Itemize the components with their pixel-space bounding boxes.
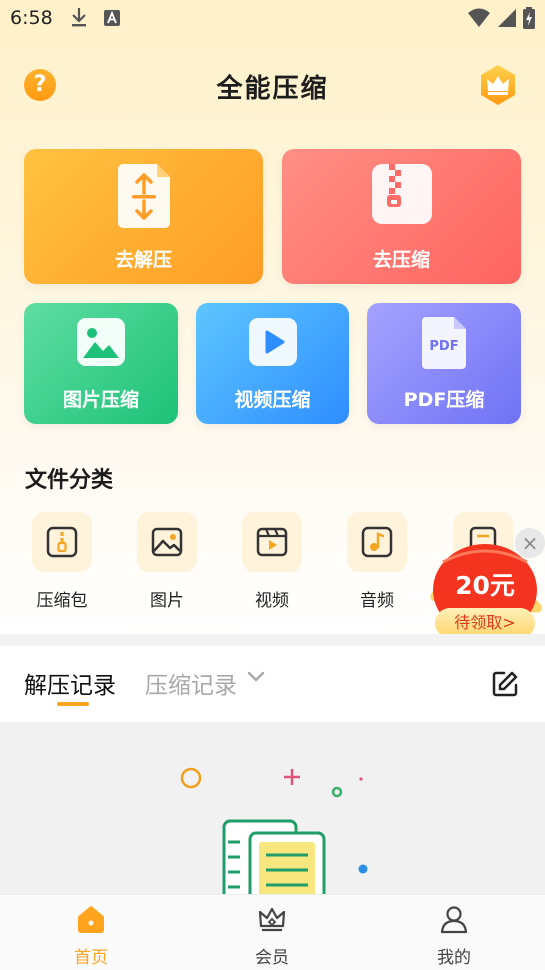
video-compress-card[interactable]: 视频压缩 <box>196 303 349 424</box>
battery-icon <box>523 7 535 29</box>
page-title: 全能压缩 <box>216 74 329 104</box>
status-time: 6:58 <box>10 7 53 29</box>
archive-icon <box>46 526 78 558</box>
category-audio-label: 音频 <box>360 591 394 611</box>
category-archive[interactable]: 压缩包 <box>32 512 92 611</box>
video-compress-label: 视频压缩 <box>234 389 311 411</box>
signal-icon <box>498 9 516 27</box>
active-tab-indicator <box>57 702 89 706</box>
picture-icon <box>77 318 125 366</box>
image-compress-card[interactable]: 图片压缩 <box>24 303 178 424</box>
tab-compress-records[interactable]: 压缩记录 <box>145 666 237 700</box>
download-icon <box>72 8 86 27</box>
home-icon <box>78 906 104 933</box>
records-tabs: 解压记录 压缩记录 <box>0 646 545 722</box>
nav-home-label: 首页 <box>74 948 108 968</box>
close-icon: × <box>521 531 539 555</box>
pdf-file-icon: PDF <box>422 317 466 369</box>
status-bar: 6:58 <box>0 0 545 36</box>
empty-state-illustration <box>180 767 368 894</box>
decompress-card[interactable]: 去解压 <box>24 149 263 284</box>
user-icon <box>440 906 468 934</box>
decompress-label: 去解压 <box>114 249 172 271</box>
category-archive-label: 压缩包 <box>36 591 88 611</box>
tab-decompress-records[interactable]: 解压记录 <box>24 666 116 700</box>
pdf-icon-text: PDF <box>429 339 458 354</box>
nav-member[interactable]: 会员 <box>227 903 317 968</box>
image-compress-label: 图片压缩 <box>62 389 139 411</box>
file-decompress-icon <box>117 164 170 228</box>
category-video-label: 视频 <box>255 591 289 611</box>
vip-crown-button[interactable] <box>477 64 519 106</box>
category-image[interactable]: 图片 <box>137 512 197 611</box>
zip-archive-icon <box>371 164 432 224</box>
edit-icon[interactable] <box>491 670 519 698</box>
compress-card[interactable]: 去压缩 <box>282 149 521 284</box>
empty-records-area <box>0 722 545 894</box>
category-video[interactable]: 视频 <box>242 512 302 611</box>
nav-home[interactable]: 首页 <box>46 903 136 968</box>
nav-member-label: 会员 <box>255 948 289 968</box>
compress-label: 去压缩 <box>372 249 430 271</box>
section-divider <box>0 634 545 646</box>
image-icon <box>151 527 183 557</box>
close-promo-button[interactable]: × <box>515 528 545 558</box>
chevron-down-icon[interactable] <box>247 671 265 683</box>
nav-mine-label: 我的 <box>437 948 471 968</box>
music-icon <box>361 526 393 558</box>
category-audio[interactable]: 音频 <box>347 512 407 611</box>
bottom-nav: 首页 会员 我的 <box>0 894 545 970</box>
category-image-label: 图片 <box>150 591 184 611</box>
video-play-icon <box>248 318 297 366</box>
pdf-compress-label: PDF压缩 <box>403 389 485 411</box>
wifi-icon <box>468 8 490 27</box>
promo-amount: 20元 <box>455 571 515 600</box>
file-category-title: 文件分类 <box>25 468 114 493</box>
video-icon <box>256 527 288 557</box>
pdf-compress-card[interactable]: PDF PDF压缩 <box>367 303 521 424</box>
nav-mine[interactable]: 我的 <box>409 903 499 968</box>
crown-icon <box>258 907 286 932</box>
accessibility-a-icon <box>104 10 120 26</box>
header: ? 全能压缩 <box>0 60 545 110</box>
